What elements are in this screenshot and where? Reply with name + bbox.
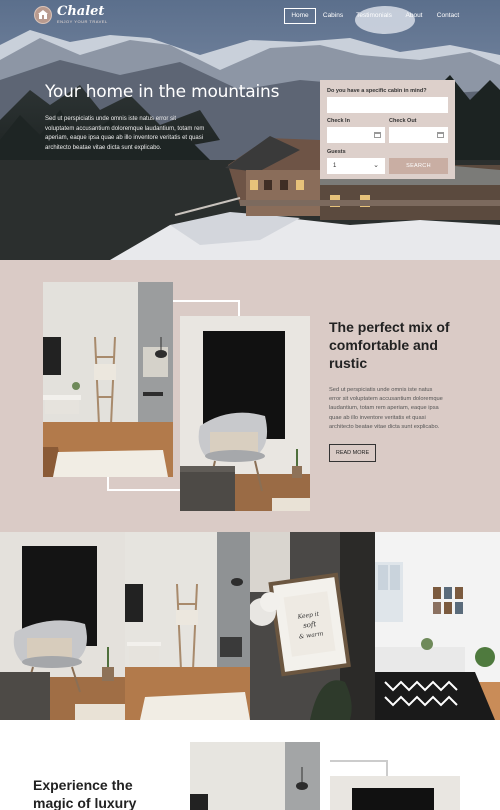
search-button[interactable]: SEARCH	[389, 158, 448, 174]
calendar-icon	[437, 132, 444, 138]
brand-tagline: ENJOY YOUR TRAVEL	[57, 19, 108, 24]
guests-select[interactable]: 1 ⌄	[327, 158, 385, 174]
guests-label: Guests	[327, 149, 346, 155]
checkout-label: Check Out	[389, 118, 417, 124]
cabin-icon	[34, 5, 52, 24]
hero-description: Sed ut perspiciatis unde omnis iste natu…	[45, 116, 205, 151]
guests-value: 1	[333, 163, 337, 169]
decorative-line	[172, 300, 240, 302]
checkin-label: Check In	[327, 118, 350, 124]
hero-section: Chalet ENJOY YOUR TRAVEL Home Cabins Tes…	[0, 0, 500, 260]
luxury-title: Experience the magic of luxury	[33, 777, 137, 810]
decorative-line	[238, 300, 240, 316]
gallery-framed-print-photo[interactable]: Keep it soft & warm	[250, 532, 375, 720]
page: Chalet ENJOY YOUR TRAVEL Home Cabins Tes…	[0, 0, 500, 810]
decorative-line	[107, 489, 180, 491]
hero-title: Your home in the mountains	[45, 82, 280, 102]
about-section: The perfect mix of comfortable and rusti…	[0, 260, 500, 532]
nav-home[interactable]: Home	[284, 8, 316, 24]
cabin-input[interactable]	[327, 97, 448, 113]
brand-logo[interactable]: Chalet ENJOY YOUR TRAVEL	[34, 5, 108, 24]
gallery-chair-photo[interactable]	[0, 532, 125, 720]
chevron-down-icon: ⌄	[373, 162, 379, 169]
booking-form: Do you have a specific cabin in mind? Ch…	[320, 80, 455, 179]
nav-about[interactable]: About	[400, 8, 428, 24]
gallery-bedroom-photo[interactable]	[375, 532, 500, 720]
read-more-button[interactable]: READ MORE	[329, 444, 376, 462]
living-room-photo	[43, 282, 173, 477]
about-title: The perfect mix of comfortable and rusti…	[329, 319, 450, 371]
nav-cabins[interactable]: Cabins	[320, 8, 346, 24]
about-description: Sed ut perspiciatis unde omnis iste natu…	[329, 387, 443, 430]
luxury-section: Experience the magic of luxury	[0, 720, 500, 810]
photo-gallery: Keep it soft & warm	[0, 532, 500, 720]
decorative-line	[107, 476, 109, 491]
nav-contact[interactable]: Contact	[434, 8, 462, 24]
armchair-photo	[180, 316, 310, 511]
calendar-icon	[374, 132, 381, 138]
checkout-input[interactable]	[389, 127, 448, 143]
luxury-room-photo	[190, 742, 320, 810]
luxury-room-photo-2	[330, 776, 460, 810]
nav-testimonials[interactable]: Testimonials	[353, 8, 395, 24]
cabin-label: Do you have a specific cabin in mind?	[327, 88, 427, 94]
brand-name: Chalet	[57, 4, 105, 19]
top-navigation: Chalet ENJOY YOUR TRAVEL Home Cabins Tes…	[0, 0, 500, 32]
decorative-line	[330, 760, 388, 762]
checkin-input[interactable]	[327, 127, 385, 143]
gallery-living-room-photo[interactable]	[125, 532, 250, 720]
